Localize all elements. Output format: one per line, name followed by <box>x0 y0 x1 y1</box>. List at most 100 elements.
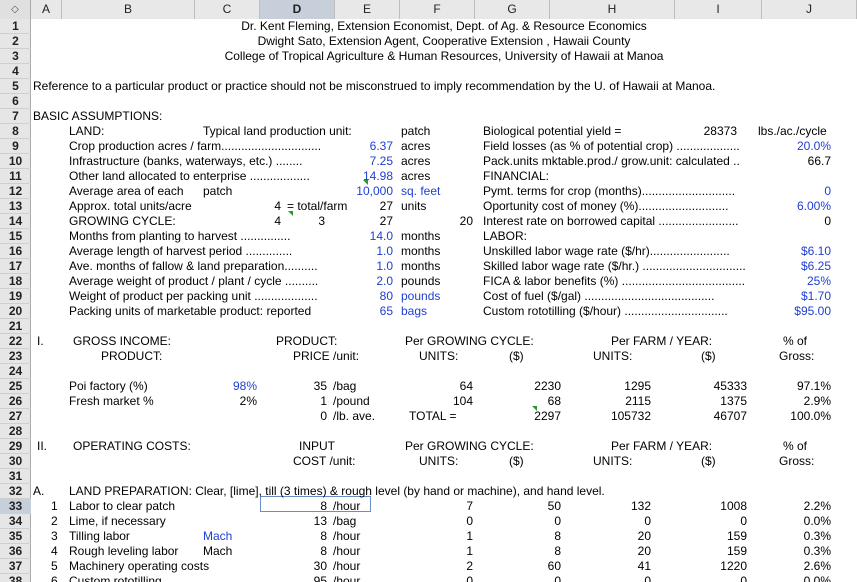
cell-text[interactable]: 159 <box>671 544 747 559</box>
row-header-1[interactable]: 1 <box>0 19 31 34</box>
cell-text[interactable]: /hour <box>333 559 360 574</box>
cell-text[interactable]: 0 <box>491 574 561 582</box>
cell-text[interactable]: Per FARM / YEAR: <box>611 439 712 454</box>
cell-text[interactable]: 20 <box>581 544 651 559</box>
cell-text[interactable]: PRODUCT: <box>101 349 162 364</box>
row-header-10[interactable]: 10 <box>0 154 31 169</box>
row-header-30[interactable]: 30 <box>0 454 31 469</box>
cell-text[interactable]: 8 <box>491 544 561 559</box>
cell-text[interactable]: 60 <box>491 559 561 574</box>
cell-text[interactable]: 2115 <box>581 394 651 409</box>
cell-text[interactable]: 0 <box>267 409 327 424</box>
cell-text[interactable]: acres <box>401 169 430 184</box>
cell-text[interactable]: 98% <box>191 379 257 394</box>
row-header-27[interactable]: 27 <box>0 409 31 424</box>
cell-text[interactable]: 14.98 <box>331 169 393 184</box>
cell-text[interactable]: Average weight of product / plant / cycl… <box>69 274 318 289</box>
column-header-c[interactable]: C <box>195 0 260 19</box>
cell-text[interactable]: 66.7 <box>761 154 831 169</box>
comment-indicator[interactable] <box>532 406 537 411</box>
cell-text[interactable]: months <box>401 229 440 244</box>
column-header-i[interactable]: I <box>675 0 762 19</box>
row-header-37[interactable]: 37 <box>0 559 31 574</box>
row-header-33[interactable]: 33 <box>0 499 31 514</box>
cell-text[interactable]: Packing units of marketable product: rep… <box>69 304 311 319</box>
row-header-21[interactable]: 21 <box>0 319 31 334</box>
cell-text[interactable]: 8 <box>267 499 327 514</box>
cell-text[interactable]: 45333 <box>671 379 747 394</box>
cell-text[interactable]: Mach <box>203 529 232 544</box>
cell-text[interactable]: Infrastructure (banks, waterways, etc.) … <box>69 154 302 169</box>
cell-text[interactable]: Cost of fuel ($/gal) ...................… <box>483 289 714 304</box>
cell-text[interactable]: GROWING CYCLE: <box>69 214 176 229</box>
row-header-32[interactable]: 32 <box>0 484 31 499</box>
cell-text[interactable]: ($) <box>701 349 716 364</box>
select-all-corner[interactable]: ◇ <box>0 0 31 19</box>
cell-text[interactable]: 64 <box>411 379 473 394</box>
cell-text[interactable]: 20 <box>411 214 473 229</box>
row-header-38[interactable]: 38 <box>0 574 31 582</box>
cell-text[interactable]: Lime, if necessary <box>69 514 166 529</box>
cell-text[interactable]: 3 <box>271 214 325 229</box>
cell-text[interactable]: /lb. ave. <box>333 409 375 424</box>
cell-text[interactable]: INPUT <box>299 439 335 454</box>
row-header-29[interactable]: 29 <box>0 439 31 454</box>
cell-text[interactable]: UNITS: <box>419 454 458 469</box>
cell-text[interactable]: Typical land production unit: <box>203 124 352 139</box>
cell-text[interactable]: Gross: <box>779 454 814 469</box>
cell-text[interactable]: Ave. months of fallow & land preparation… <box>69 259 318 274</box>
cell-text[interactable]: 0 <box>671 514 747 529</box>
cell-text[interactable]: Field losses (as % of potential crop) ..… <box>483 139 740 154</box>
cell-text[interactable]: LAND: <box>69 124 104 139</box>
cell-text[interactable]: 6.37 <box>331 139 393 154</box>
cell-text[interactable]: 0 <box>491 514 561 529</box>
cell-text[interactable]: 25% <box>761 274 831 289</box>
cell-text[interactable]: 27 <box>331 199 393 214</box>
cell-text[interactable]: 2 <box>411 559 473 574</box>
column-header-g[interactable]: G <box>475 0 550 19</box>
row-header-12[interactable]: 12 <box>0 184 31 199</box>
cell-text[interactable]: Crop production acres / farm............… <box>69 139 321 154</box>
cell-text[interactable]: COST /unit: <box>293 454 355 469</box>
cell-text[interactable]: 0 <box>411 574 473 582</box>
row-header-17[interactable]: 17 <box>0 259 31 274</box>
cell-text[interactable]: 2.2% <box>761 499 831 514</box>
row-header-35[interactable]: 35 <box>0 529 31 544</box>
cell-text[interactable]: 95 <box>267 574 327 582</box>
cell-text[interactable]: /hour <box>333 574 360 582</box>
row-header-13[interactable]: 13 <box>0 199 31 214</box>
cell-text[interactable]: bags <box>401 304 427 319</box>
cell-text[interactable]: Interest rate on borrowed capital ......… <box>483 214 738 229</box>
cell-text[interactable]: 1 <box>51 499 58 514</box>
cell-text[interactable]: 97.1% <box>761 379 831 394</box>
cell-text[interactable]: lbs./ac./cycle <box>758 124 827 139</box>
cell-text[interactable]: /hour <box>333 499 360 514</box>
cell-text[interactable]: Labor to clear patch <box>69 499 175 514</box>
cell-text[interactable]: /bag <box>333 514 356 529</box>
row-header-23[interactable]: 23 <box>0 349 31 364</box>
cell-text[interactable]: 1 <box>411 529 473 544</box>
column-header-a[interactable]: A <box>31 0 62 19</box>
cell-text[interactable]: 0 <box>671 574 747 582</box>
cell-text[interactable]: /hour <box>333 544 360 559</box>
cell-text[interactable]: PRICE /unit: <box>293 349 359 364</box>
row-header-11[interactable]: 11 <box>0 169 31 184</box>
cell-text[interactable]: acres <box>401 154 430 169</box>
cell-text[interactable]: 0 <box>411 514 473 529</box>
cell-text[interactable]: 0 <box>581 574 651 582</box>
cell-text[interactable]: Per GROWING CYCLE: <box>405 439 534 454</box>
cell-text[interactable]: Average length of harvest period .......… <box>69 244 292 259</box>
column-header-f[interactable]: F <box>400 0 475 19</box>
cell-text[interactable]: months <box>401 259 440 274</box>
cell-text[interactable]: 80 <box>331 289 393 304</box>
cell-text[interactable]: Rough leveling labor <box>69 544 178 559</box>
cell-text[interactable]: 104 <box>411 394 473 409</box>
cell-text[interactable]: FINANCIAL: <box>483 169 549 184</box>
cell-text[interactable]: College of Tropical Agriculture & Human … <box>31 49 857 64</box>
cell-text[interactable]: 2.6% <box>761 559 831 574</box>
cell-text[interactable]: Reference to a particular product or pra… <box>33 79 715 94</box>
cell-text[interactable]: 30 <box>267 559 327 574</box>
cell-text[interactable]: 68 <box>491 394 561 409</box>
cell-text[interactable]: Dwight Sato, Extension Agent, Cooperativ… <box>31 34 857 49</box>
cell-text[interactable]: PRODUCT: <box>276 334 337 349</box>
